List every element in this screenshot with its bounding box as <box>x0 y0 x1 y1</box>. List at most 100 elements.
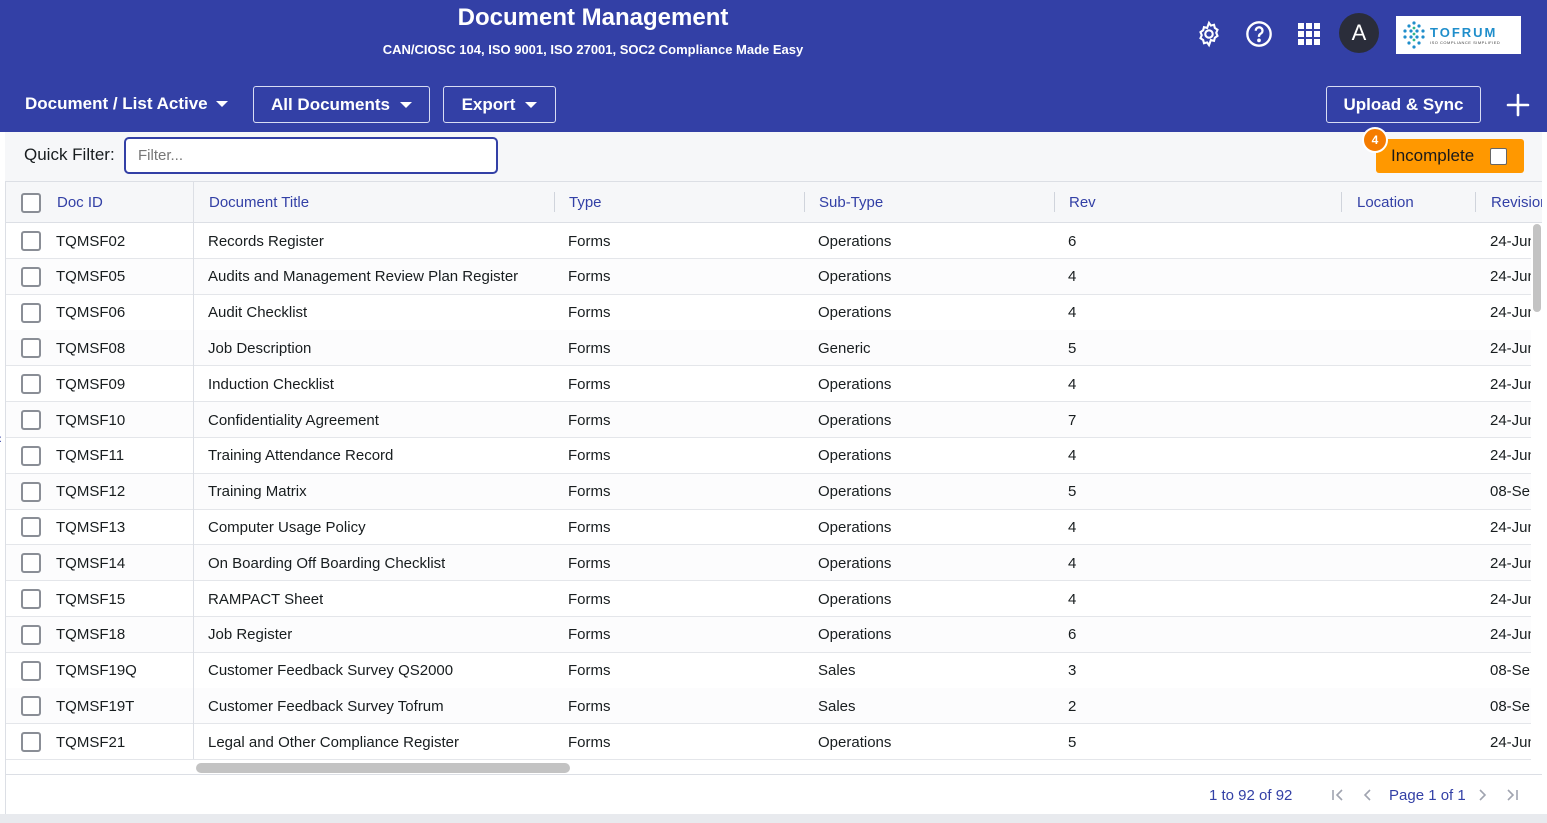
column-divider[interactable] <box>1054 192 1055 212</box>
chevron-down-icon <box>215 101 228 107</box>
row-count: 1 to 92 of 92 <box>1209 787 1293 804</box>
upload-sync-button[interactable]: Upload & Sync <box>1326 86 1481 123</box>
cell-revision: 24-Jun <box>1490 447 1531 465</box>
cell-doc-id: TQMSF13 <box>56 518 126 536</box>
table-row[interactable]: TQMSF10 Confidentiality Agreement Forms Ope… <box>6 402 1531 438</box>
row-select-cell <box>21 366 41 402</box>
breadcrumb-dropdown[interactable]: Document / List Active <box>25 94 228 114</box>
cell-title: Confidentiality Agreement <box>208 411 379 429</box>
column-divider[interactable] <box>804 192 805 212</box>
previous-page-icon[interactable] <box>1359 786 1377 804</box>
table-row[interactable]: TQMSF11 Training Attendance Record Forms Op… <box>6 438 1531 474</box>
table-row[interactable]: TQMSF18 Job Register Forms Operations 6 24-Ju… <box>6 616 1531 653</box>
row-checkbox[interactable] <box>21 589 41 609</box>
cell-sub-type: Operations <box>818 447 892 465</box>
cell-sub-type: Operations <box>818 733 892 751</box>
add-icon[interactable] <box>1505 92 1531 118</box>
column-divider[interactable] <box>554 192 555 212</box>
cell-revision: 24-Jun <box>1490 268 1531 286</box>
table-row[interactable]: TQMSF02 Records Register Forms Operations 6 2… <box>6 223 1531 259</box>
cell-type: Forms <box>568 483 611 501</box>
apps-grid-icon[interactable] <box>1294 19 1324 49</box>
row-checkbox[interactable] <box>21 517 41 538</box>
cell-title: Customer Feedback Survey Tofrum <box>208 697 444 715</box>
incomplete-checkbox[interactable] <box>1490 148 1507 165</box>
row-checkbox[interactable] <box>21 624 41 645</box>
row-select-cell <box>21 653 41 689</box>
cell-type: Forms <box>568 375 611 393</box>
vertical-scrollbar-thumb[interactable] <box>1533 224 1541 312</box>
cell-title: Audit Checklist <box>208 304 308 322</box>
quick-filter-label: Quick Filter: <box>24 145 115 164</box>
table-row[interactable]: TQMSF14 On Boarding Off Boarding Checklis… <box>6 545 1531 582</box>
incomplete-label: Incomplete <box>1391 146 1475 165</box>
cell-doc-id: TQMSF05 <box>56 268 126 286</box>
export-button[interactable]: Export <box>443 86 556 123</box>
row-select-cell <box>21 223 41 259</box>
row-checkbox[interactable] <box>21 410 41 430</box>
column-header-type[interactable]: Type <box>569 182 602 223</box>
incomplete-toggle[interactable]: Incomplete <box>1376 139 1524 173</box>
row-checkbox[interactable] <box>21 374 41 395</box>
avatar[interactable]: A <box>1339 13 1379 53</box>
table-row[interactable]: TQMSF19T Customer Feedback Survey Tofrum F… <box>6 688 1531 725</box>
column-header-title[interactable]: Document Title <box>209 182 309 223</box>
row-checkbox[interactable] <box>21 445 41 466</box>
cell-revision: 24-Jun <box>1490 411 1531 429</box>
column-header-doc-id[interactable]: Doc ID <box>57 182 103 223</box>
table-row[interactable]: TQMSF08 Job Description Forms Generic 5 24-Ju… <box>6 330 1531 367</box>
row-checkbox[interactable] <box>21 553 41 574</box>
cell-revision: 24-Jun <box>1490 518 1531 536</box>
pinned-column-divider <box>193 182 194 759</box>
column-divider[interactable] <box>1341 192 1342 212</box>
table-header: Doc ID Document Title Type Sub-Type Rev … <box>6 182 1542 223</box>
row-checkbox[interactable] <box>21 338 41 359</box>
cell-sub-type: Operations <box>818 626 892 644</box>
help-icon[interactable] <box>1244 19 1274 49</box>
cell-sub-type: Operations <box>818 411 892 429</box>
row-checkbox[interactable] <box>21 732 41 753</box>
column-header-revision[interactable]: Revision <box>1491 182 1542 223</box>
cell-type: Forms <box>568 339 611 357</box>
last-page-icon[interactable] <box>1503 786 1521 804</box>
cell-sub-type: Operations <box>818 518 892 536</box>
cell-type: Forms <box>568 626 611 644</box>
cell-rev: 4 <box>1068 554 1077 572</box>
horizontal-scrollbar-thumb[interactable] <box>196 763 570 773</box>
column-header-sub-type[interactable]: Sub-Type <box>819 182 883 223</box>
table-row[interactable]: TQMSF09 Induction Checklist Forms Operation… <box>6 366 1531 403</box>
row-checkbox[interactable] <box>21 231 41 251</box>
cell-doc-id: TQMSF06 <box>56 304 126 322</box>
row-checkbox[interactable] <box>21 266 41 287</box>
table-row[interactable]: TQMSF13 Computer Usage Policy Forms Operati… <box>6 509 1531 546</box>
column-header-location[interactable]: Location <box>1357 182 1414 223</box>
cell-type: Forms <box>568 304 611 322</box>
quick-filter-input[interactable] <box>124 137 498 174</box>
row-checkbox[interactable] <box>21 660 41 681</box>
cell-rev: 5 <box>1068 733 1077 751</box>
cell-doc-id: TQMSF18 <box>56 626 126 644</box>
table-row[interactable]: TQMSF06 Audit Checklist Forms Operations 4 24… <box>6 295 1531 331</box>
table-row[interactable]: TQMSF19Q Customer Feedback Survey QS2000 F… <box>6 653 1531 689</box>
row-select-cell <box>21 474 41 510</box>
table-row[interactable]: TQMSF15 RAMPACT Sheet Forms Operations 4 24-J… <box>6 581 1531 617</box>
gear-icon[interactable] <box>1194 19 1224 49</box>
cell-sub-type: Operations <box>818 590 892 608</box>
column-divider[interactable] <box>1475 192 1476 212</box>
logo-name: TOFRUM <box>1430 25 1498 40</box>
first-page-icon[interactable] <box>1329 786 1347 804</box>
row-checkbox[interactable] <box>21 696 41 717</box>
row-checkbox[interactable] <box>21 302 41 323</box>
all-documents-button[interactable]: All Documents <box>253 86 430 123</box>
column-header-rev[interactable]: Rev <box>1069 182 1096 223</box>
select-all-checkbox[interactable] <box>21 192 41 213</box>
page-title: Document Management <box>457 4 729 31</box>
table-row[interactable]: TQMSF05 Audits and Management Review Plan… <box>6 258 1531 295</box>
cell-revision: 24-Jun <box>1490 626 1531 644</box>
row-checkbox[interactable] <box>21 481 41 502</box>
table-row[interactable]: TQMSF12 Training Matrix Forms Operations 5 08… <box>6 473 1531 510</box>
collapse-sidebar-icon[interactable]: ‹ <box>0 430 2 446</box>
table-row[interactable]: TQMSF21 Legal and Other Compliance Regist… <box>6 724 1531 761</box>
next-page-icon[interactable] <box>1473 786 1491 804</box>
cell-revision: 24-Jun <box>1490 232 1531 250</box>
